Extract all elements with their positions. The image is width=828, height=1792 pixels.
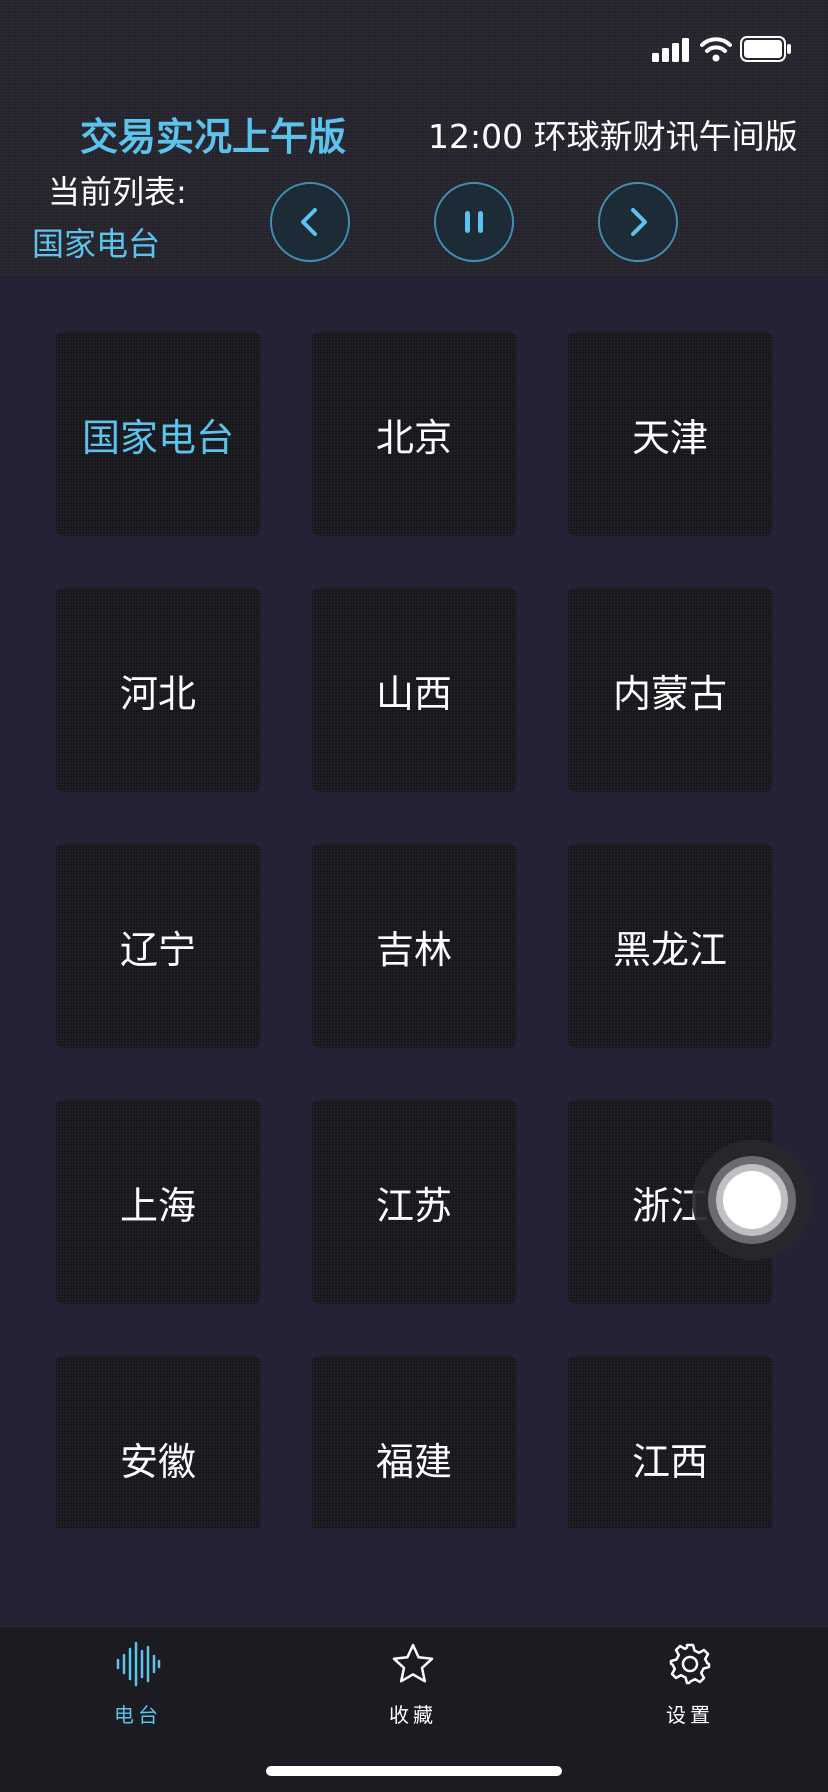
- assistive-touch-dot: [723, 1171, 781, 1229]
- pause-icon: [465, 211, 483, 233]
- tab-radio[interactable]: 电台: [68, 1641, 208, 1741]
- tab-favorites[interactable]: 收藏: [343, 1641, 483, 1741]
- station-tile[interactable]: 山西: [312, 588, 516, 792]
- previous-button[interactable]: [270, 182, 350, 262]
- header: 交易实况上午版 12:00 环球新财讯午间版 当前列表: 国家电台: [0, 0, 828, 275]
- wifi-icon: [700, 37, 732, 62]
- station-grid: 国家电台 北京 天津 河北 山西 内蒙古 辽宁 吉林 黑龙江 上海 江苏 浙江 …: [56, 332, 772, 1528]
- current-program-title: 交易实况上午版: [80, 115, 347, 159]
- current-list-value: 国家电台: [32, 225, 161, 263]
- next-program-info: 12:00 环球新财讯午间版: [428, 117, 798, 156]
- tab-label: 电台: [114, 1703, 162, 1727]
- station-tile[interactable]: 国家电台: [56, 332, 260, 536]
- station-tile[interactable]: 吉林: [312, 844, 516, 1048]
- next-button[interactable]: [598, 182, 678, 262]
- signal-icon: [652, 38, 689, 62]
- station-tile[interactable]: 辽宁: [56, 844, 260, 1048]
- assistive-touch-inner-ring: [716, 1164, 788, 1236]
- gear-icon: [669, 1643, 711, 1685]
- station-tile[interactable]: 内蒙古: [568, 588, 772, 792]
- pause-button[interactable]: [434, 182, 514, 262]
- star-icon: [392, 1643, 434, 1683]
- station-tile[interactable]: 北京: [312, 332, 516, 536]
- station-tile[interactable]: 黑龙江: [568, 844, 772, 1048]
- station-tile[interactable]: 天津: [568, 332, 772, 536]
- tab-label: 收藏: [389, 1703, 437, 1727]
- station-tile[interactable]: 江苏: [312, 1100, 516, 1304]
- status-bar: [0, 0, 828, 100]
- current-list-label: 当前列表:: [48, 173, 187, 211]
- assistive-touch-ring: [708, 1156, 796, 1244]
- station-tile[interactable]: 上海: [56, 1100, 260, 1304]
- station-tile[interactable]: 安徽: [56, 1356, 260, 1528]
- battery-icon: [740, 36, 791, 62]
- station-tile[interactable]: 江西: [568, 1356, 772, 1528]
- assistive-touch-button[interactable]: [692, 1140, 812, 1260]
- chevron-right-icon: [631, 208, 647, 236]
- home-indicator: [266, 1766, 562, 1776]
- tab-label: 设置: [666, 1703, 714, 1727]
- station-tile[interactable]: 河北: [56, 588, 260, 792]
- chevron-left-icon: [301, 208, 317, 236]
- tab-settings[interactable]: 设置: [620, 1641, 760, 1741]
- station-tile[interactable]: 福建: [312, 1356, 516, 1528]
- waveform-icon: [116, 1641, 161, 1687]
